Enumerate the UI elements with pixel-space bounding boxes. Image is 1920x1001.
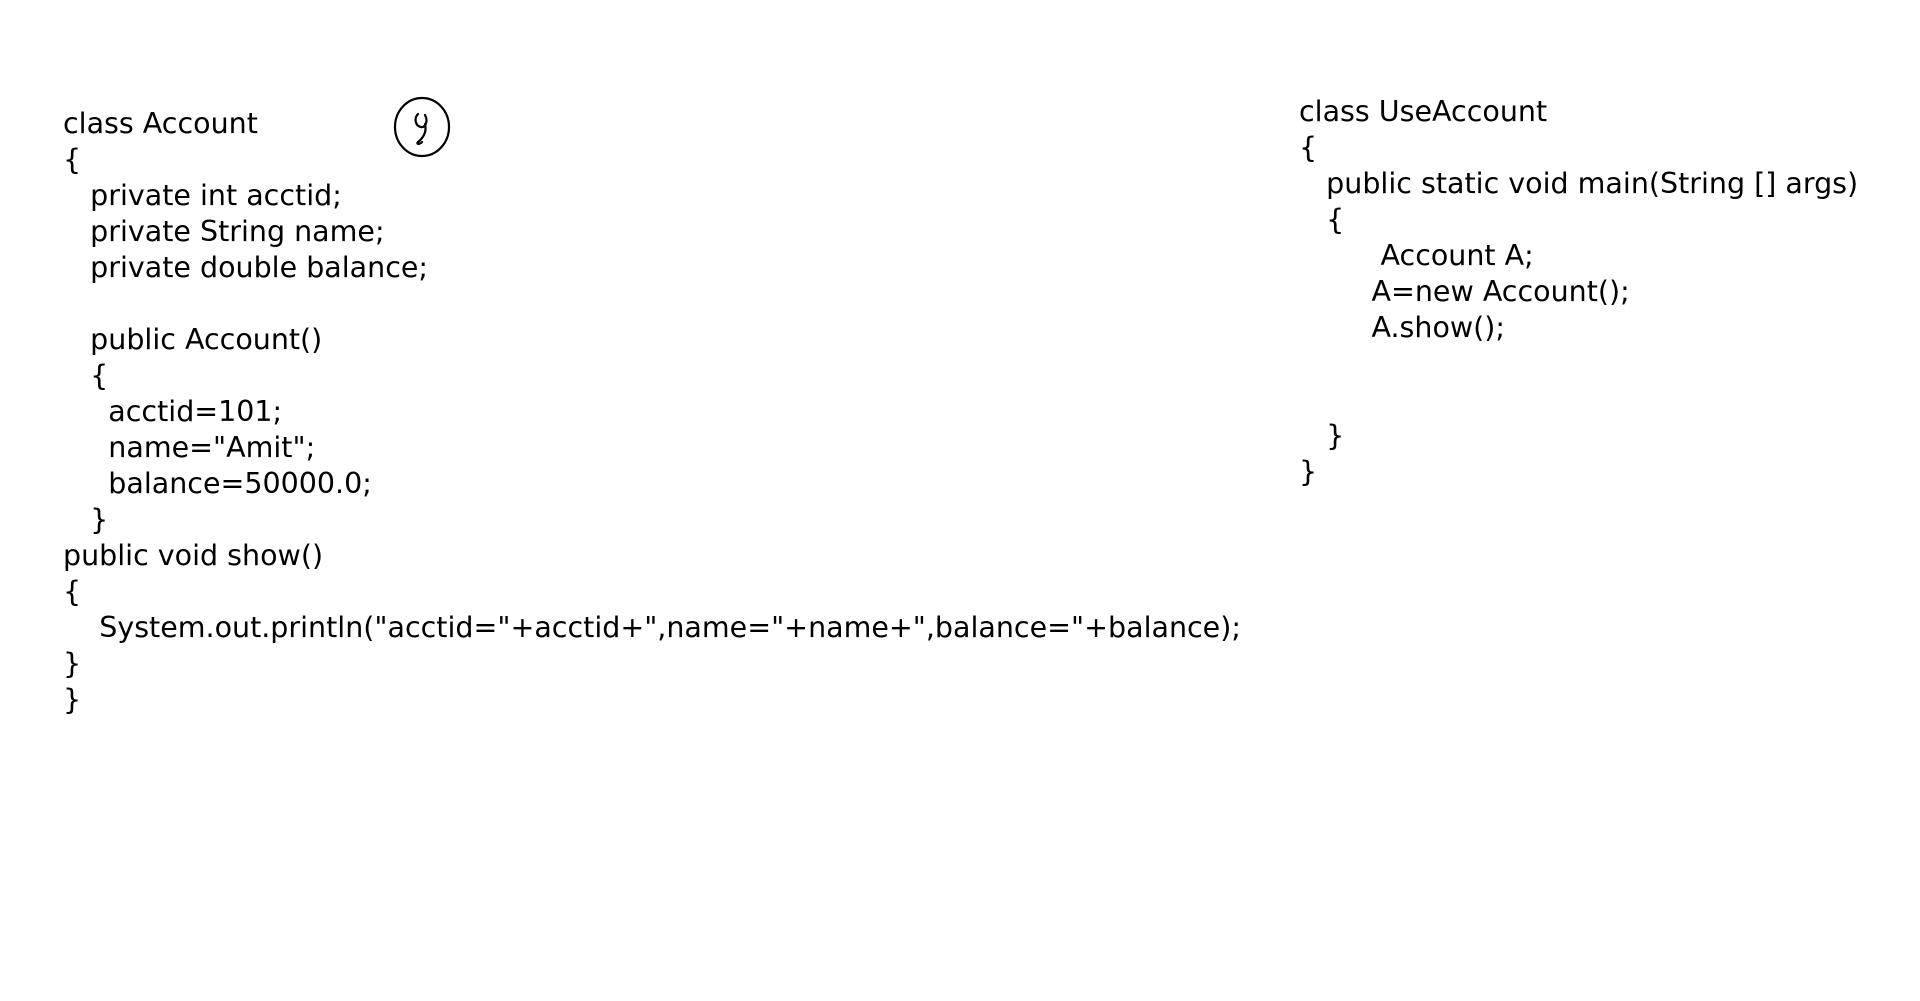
code-line-assign-name: name="Amit"; [63,431,316,464]
code-line-main-close: } [1299,419,1345,452]
code-line-class-close: } [1299,455,1318,488]
code-line-field-name: private String name; [63,215,385,248]
code-line-class-account: class Account [63,107,258,140]
code-line-println: System.out.println("acctid="+acctid+",na… [63,611,1241,644]
code-line-constructor-close: } [63,503,109,536]
code-line-show-method: public void show() [63,539,324,572]
code-line-show-open: { [63,575,82,608]
code-line-class-useaccount: class UseAccount [1299,95,1548,128]
code-line-class-close: } [63,683,82,716]
code-line-main-method: public static void main(String [] args) [1299,167,1859,200]
code-line-field-acctid: private int acctid; [63,179,342,212]
code-line-constructor-open: { [63,359,109,392]
code-line-show-close: } [63,647,82,680]
code-line-main-open: { [1299,203,1345,236]
code-line-open-brace: { [1299,131,1318,164]
handwritten-circle-mark-icon [393,96,451,158]
code-line-new-account: A=new Account(); [1299,275,1630,308]
code-line-field-balance: private double balance; [63,251,429,284]
code-line-constructor: public Account() [63,323,323,356]
code-line-call-show: A.show(); [1299,311,1506,344]
code-line-assign-acctid: acctid=101; [63,395,283,428]
code-line-assign-balance: balance=50000.0; [63,467,372,500]
code-line-open-brace: { [63,143,82,176]
page: { "account_class": { "lines": [ "class A… [0,0,1920,1001]
account-class-code: class Account { private int acctid; priv… [63,106,1363,726]
code-line-declare-a: Account A; [1299,239,1534,272]
use-account-class-code: class UseAccount { public static void ma… [1299,94,1919,488]
